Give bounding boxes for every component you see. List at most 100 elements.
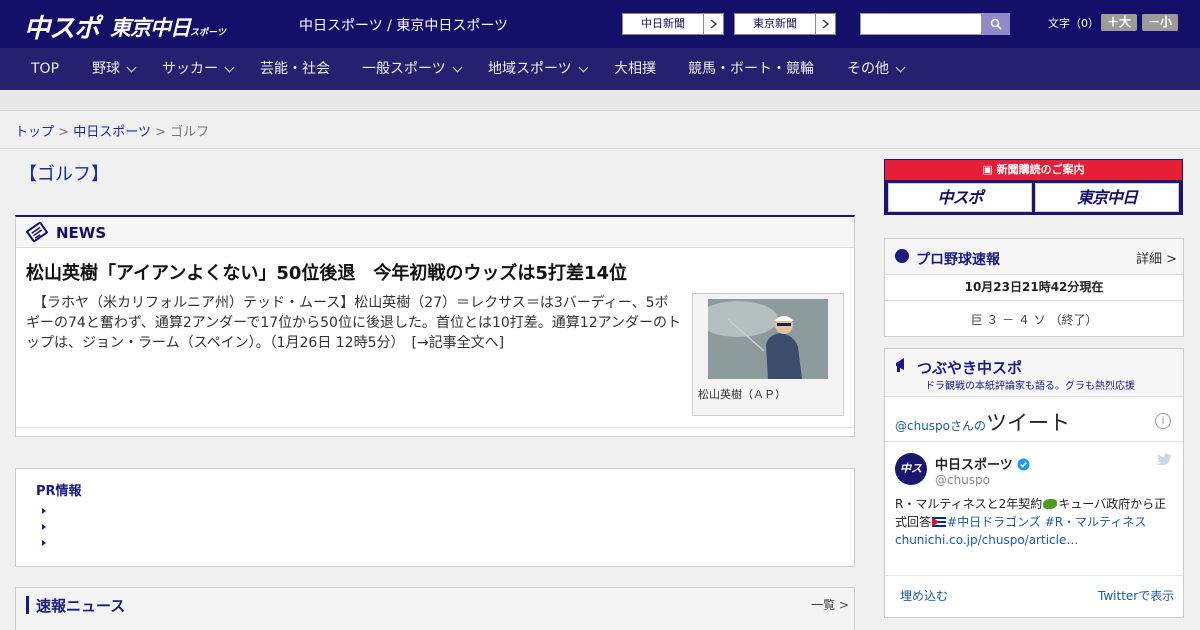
news-label: NEWS [56, 224, 107, 242]
pr-panel: PR情報 [15, 468, 855, 567]
twitter-handle-link[interactable]: @chuspo [895, 419, 950, 433]
chunichi-shimbun-label: 中日新聞 [641, 17, 685, 30]
breaking-news-title: 速報ニュース [36, 597, 126, 615]
twitter-panel: つぶやき中スポ ドラ観戦の本紙評論家も語る。グラも熱烈応援 @chuspoさんの… [884, 348, 1184, 618]
golfer-silhouette [698, 299, 828, 379]
view-on-twitter-link[interactable]: Twitterで表示 [1098, 587, 1174, 604]
news-headline-link[interactable]: 松山英樹「アイアンよくない」50位後退 今年初戦のウッズは5打差14位 [26, 259, 627, 285]
divider [885, 441, 1183, 442]
breadcrumb: トップ > 中日スポーツ > ゴルフ [15, 121, 209, 140]
subscribe-ribbon: ▣ 新聞購読のご案内 [885, 160, 1182, 180]
search-button[interactable] [982, 13, 1010, 35]
pr-title: PR情報 [36, 484, 82, 499]
nav-item-entertainment[interactable]: 芸能・社会 [260, 48, 330, 90]
twitter-bird-icon[interactable] [1156, 453, 1173, 467]
newspaper-icon: ▣ [982, 163, 997, 176]
sub-nav-strip [0, 90, 1200, 111]
verified-icon [1017, 458, 1030, 471]
tweet-text[interactable]: R・マルティネスと2年契約 キューバ政府から正式回答 #中日ドラゴンズ #R・マルテ… [895, 495, 1175, 549]
breadcrumb-separator: > [155, 125, 166, 140]
baseball-header: プロ野球速報 詳細 > [885, 239, 1183, 275]
tweets-heading-label: ツイート [986, 411, 1071, 435]
nav-item-sumo[interactable]: 大相撲 [614, 48, 656, 90]
site-name: 中日スポーツ / 東京中日スポーツ [299, 18, 509, 34]
font-size-label: 文字（0） [1048, 17, 1099, 30]
tokyo-shimbun-button[interactable]: 東京新聞 [734, 13, 836, 35]
nav-item-others[interactable]: その他 [847, 48, 906, 90]
nav-label: 地域スポーツ [488, 61, 572, 77]
nav-item-local-sports[interactable]: 地域スポーツ [488, 48, 589, 90]
baseball-detail-link[interactable]: 詳細 > [1136, 248, 1177, 267]
tweet-account-name[interactable]: 中日スポーツ [935, 454, 1030, 473]
nav-item-general-sports[interactable]: 一般スポーツ [362, 48, 463, 90]
search-form [860, 13, 1010, 35]
nav-item-top[interactable]: TOP [31, 48, 59, 90]
photo-caption: 松山英樹（ＡＰ） [698, 388, 786, 401]
breaking-news-more-link[interactable]: 一覧 > [811, 596, 849, 613]
nav-item-racing[interactable]: 競馬・ボート・競輪 [688, 48, 814, 90]
search-input[interactable] [860, 13, 982, 35]
divider [0, 148, 1200, 149]
newspaper-icon [26, 222, 48, 242]
nav-label: TOP [31, 61, 60, 77]
chevron-down-icon [578, 62, 589, 72]
avatar[interactable]: 中スポ [895, 453, 927, 507]
search-icon [990, 18, 1002, 30]
baseball-score[interactable]: 巨 ３ － ４ ソ （終了） [885, 301, 1183, 328]
news-photo[interactable]: 松山英樹（ＡＰ） [692, 293, 844, 416]
nav-label: 野球 [92, 61, 120, 77]
chunichi-shimbun-button[interactable]: 中日新聞 [622, 13, 724, 35]
baseball-scores-panel: プロ野球速報 詳細 > 10月23日21時42分現在 巨 ３ － ４ ソ （終了… [884, 238, 1184, 337]
chevron-right-icon [815, 14, 835, 34]
breadcrumb-section-link[interactable]: 中日スポーツ [73, 125, 151, 140]
tweet-account-handle[interactable]: @chuspo [935, 473, 990, 487]
embed-link[interactable]: 埋め込む [900, 587, 948, 604]
top-header: 中スポ 東京中日スポーツ 中日スポーツ / 東京中日スポーツ 中日新聞 東京新聞… [0, 0, 1200, 48]
baseball-timestamp: 10月23日21時42分現在 [885, 275, 1183, 301]
nav-label: 一般スポーツ [362, 61, 446, 77]
news-body[interactable]: 【ラホヤ（米カリフォルニア州）テッド・ムース】松山英樹（27）＝レクサス＝は3バ… [26, 293, 682, 353]
font-smaller-button[interactable]: －小 [1142, 14, 1179, 31]
breaking-news-panel: 速報ニュース 一覧 > [15, 587, 855, 630]
nav-label: 芸能・社会 [260, 61, 330, 77]
account-name-text: 中日スポーツ [935, 458, 1013, 473]
tokyo-logo-small: スポーツ [190, 28, 226, 38]
breadcrumb-current: ゴルフ [170, 125, 210, 140]
section-marker [26, 596, 29, 614]
subscribe-label: 新聞購読のご案内 [996, 163, 1085, 176]
chevron-right-icon [703, 14, 723, 34]
breadcrumb-home-link[interactable]: トップ [15, 125, 54, 140]
main-nav: TOP 野球 サッカー 芸能・社会 一般スポーツ 地域スポーツ 大相撲 競馬・ボ… [0, 48, 1200, 90]
nav-item-soccer[interactable]: サッカー [162, 48, 235, 90]
divider [16, 427, 854, 428]
news-panel: NEWS 松山英樹「アイアンよくない」50位後退 今年初戦のウッズは5打差14位… [15, 215, 855, 437]
tweet-link[interactable]: chunichi.co.jp/chuspo/article… [895, 533, 1078, 547]
info-icon[interactable]: i [1155, 413, 1171, 429]
page-title: 【ゴルフ】 [19, 164, 109, 185]
divider [885, 575, 1183, 576]
twitter-subtitle: ドラ観戦の本紙評論家も語る。グラも熱烈応援 [925, 381, 1135, 392]
nav-label: 競馬・ボート・競輪 [688, 61, 814, 77]
tweets-heading: @chuspoさんのツイート [895, 407, 1070, 437]
tokyo-chunichi-logo[interactable]: 東京中日スポーツ [110, 12, 226, 42]
subscribe-banner[interactable]: ▣ 新聞購読のご案内 中スポ 東京中日 [884, 159, 1183, 215]
cuba-flag-icon [932, 517, 947, 527]
nav-label: 大相撲 [614, 61, 656, 77]
tweet-hashtags[interactable]: #中日ドラゴンズ #R・マルティネス [947, 515, 1146, 529]
subscribe-tokyo-logo[interactable]: 東京中日 [1035, 183, 1179, 212]
twitter-header: つぶやき中スポ ドラ観戦の本紙評論家も語る。グラも熱烈応援 [885, 349, 1183, 397]
subscribe-chuspo-logo[interactable]: 中スポ [888, 183, 1032, 212]
chevron-down-icon [224, 62, 235, 72]
tweet-line1: R・マルティネスと2年契約 [895, 497, 1043, 511]
nav-item-baseball[interactable]: 野球 [92, 48, 137, 90]
bullet-icon [42, 540, 46, 546]
tokyo-shimbun-label: 東京新聞 [753, 17, 797, 30]
font-bigger-button[interactable]: ＋大 [1101, 14, 1138, 31]
lizard-emoji-icon [1043, 499, 1058, 509]
nav-label: その他 [847, 61, 889, 77]
twitter-title: つぶやき中スポ [917, 359, 1023, 377]
chevron-down-icon [452, 62, 463, 72]
chuspo-logo[interactable]: 中スポ [24, 8, 100, 45]
bullet-icon [42, 524, 46, 530]
tokyo-logo-text: 東京中日 [110, 16, 191, 40]
